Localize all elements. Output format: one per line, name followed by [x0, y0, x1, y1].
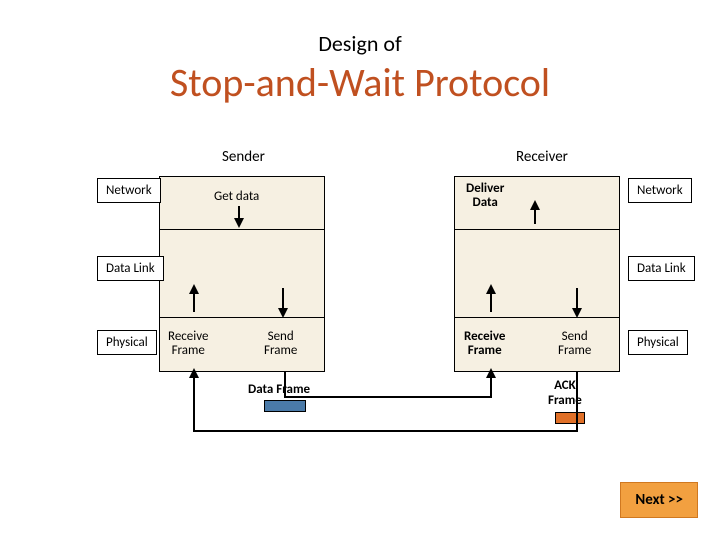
layer-label-physical-right: Physical	[628, 330, 688, 355]
receiver-down-arrow-head	[572, 308, 582, 318]
receiver-up-arrow-line	[490, 292, 492, 312]
layer-label-datalink-right: Data Link	[628, 256, 695, 281]
title-big: Stop-and-Wait Protocol	[0, 58, 720, 107]
sender-down-arrow-line	[282, 288, 284, 310]
sender-up-arrow-head	[189, 284, 199, 294]
data-channel-seg2	[284, 396, 490, 398]
layer-label-physical-left: Physical	[97, 330, 157, 355]
receiver-up-arrow-head	[486, 284, 496, 294]
receiver-down-arrow-line	[576, 288, 578, 310]
title-small: Design of	[0, 30, 720, 57]
sender-get-data-arrow-head	[234, 218, 244, 228]
receiver-deliver-data-text: Deliver Data	[466, 182, 504, 209]
receiver-send-frame-text: Send Frame	[558, 330, 591, 357]
data-channel-arrow-head	[486, 368, 496, 378]
receiver-receive-frame-text: Receive Frame	[464, 330, 505, 357]
column-label-receiver: Receiver	[516, 148, 568, 166]
receiver-deliver-arrow-line	[534, 208, 536, 224]
layer-label-network-right: Network	[628, 178, 692, 203]
sender-get-data-text: Get data	[214, 190, 259, 204]
sender-datalink-box	[159, 230, 325, 318]
sender-down-arrow-head	[278, 308, 288, 318]
sender-receive-frame-text: Receive Frame	[168, 330, 208, 357]
ack-channel-seg2	[193, 430, 578, 432]
data-frame-packet-icon	[264, 400, 306, 412]
ack-channel-seg3	[193, 376, 195, 432]
layer-label-datalink-left: Data Link	[97, 256, 164, 281]
ack-channel-seg1	[576, 372, 578, 430]
column-label-sender: Sender	[222, 148, 265, 166]
receiver-deliver-arrow-head	[530, 200, 540, 210]
data-frame-label: Data Frame	[248, 382, 310, 397]
ack-frame-packet-icon	[555, 412, 585, 424]
sender-send-frame-text: Send Frame	[264, 330, 297, 357]
layer-label-network-left: Network	[97, 178, 161, 203]
receiver-datalink-box	[454, 230, 620, 318]
data-channel-seg1	[284, 372, 286, 396]
next-button[interactable]: Next >>	[620, 482, 698, 518]
ack-channel-arrow-head	[189, 368, 199, 378]
data-channel-seg3	[490, 376, 492, 398]
sender-up-arrow-line	[193, 292, 195, 312]
